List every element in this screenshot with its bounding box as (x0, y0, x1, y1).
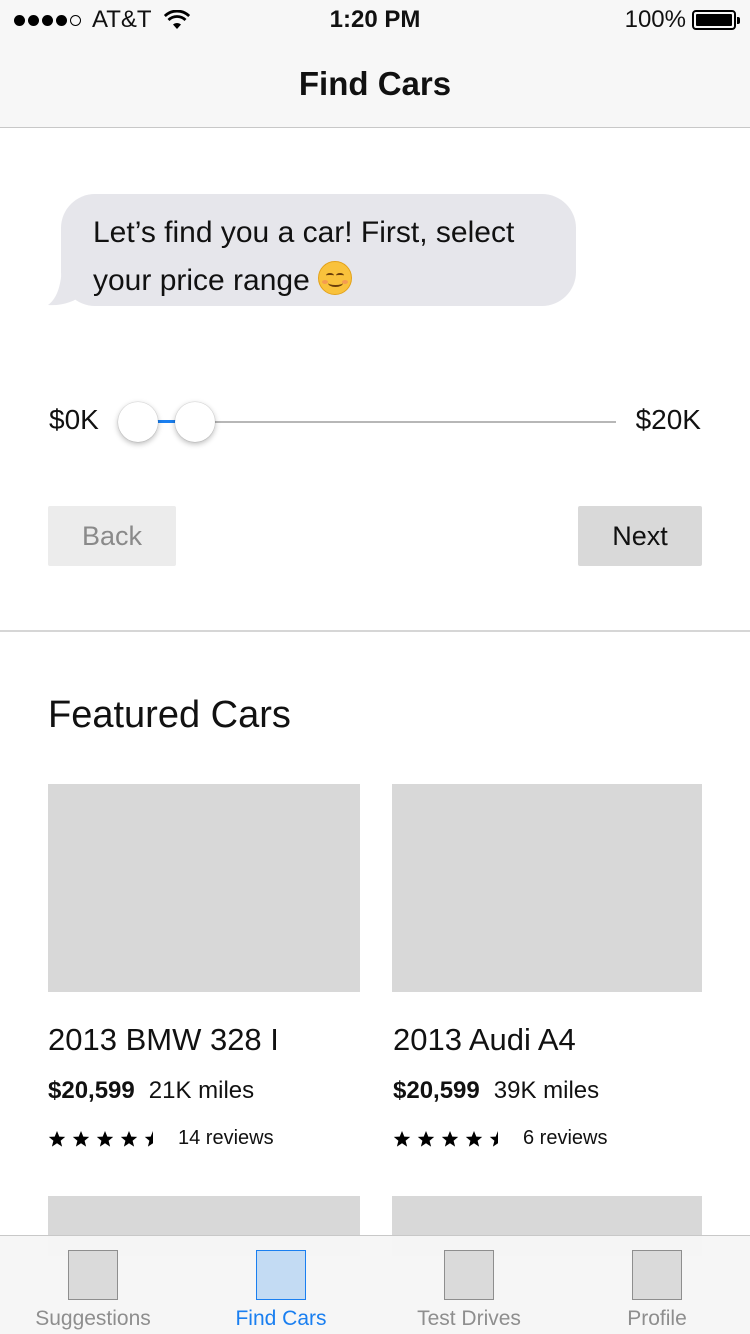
tab-label: Find Cars (235, 1307, 327, 1330)
tab-find-cars[interactable]: Find Cars (187, 1236, 375, 1334)
car-rating: 6 reviews (393, 1127, 607, 1150)
find-cars-tab-icon (256, 1250, 306, 1300)
car-miles: 39K miles (493, 1077, 600, 1104)
next-button[interactable]: Next (578, 506, 702, 566)
status-bar: AT&T 1:20 PM 100% (0, 0, 750, 40)
tab-test-drives[interactable]: Test Drives (375, 1236, 563, 1334)
car-reviews-count: 6 reviews (523, 1127, 608, 1149)
star-full-icon (72, 1130, 90, 1147)
car-rating: 14 reviews (48, 1127, 274, 1150)
star-full-icon (48, 1130, 66, 1147)
profile-tab-icon (632, 1250, 682, 1300)
star-full-icon (465, 1130, 483, 1147)
tab-label: Profile (627, 1307, 687, 1330)
star-rating (48, 1130, 168, 1148)
chat-bubble: Let’s find you a car! First, select your… (61, 194, 576, 306)
chat-message: Let’s find you a car! First, select your… (93, 216, 515, 297)
tab-suggestions[interactable]: Suggestions (0, 1236, 187, 1334)
car-reviews-count: 14 reviews (178, 1127, 274, 1149)
car-price: $20,599 (393, 1077, 480, 1104)
tab-bar: Suggestions Find Cars Test Drives Profil… (0, 1235, 750, 1334)
star-half-icon (489, 1130, 498, 1147)
star-full-icon (96, 1130, 114, 1147)
star-half-icon (144, 1130, 153, 1147)
battery-percentage: 100% (624, 6, 686, 33)
car-price-miles: $20,599 21K miles (48, 1077, 254, 1105)
battery-icon (692, 10, 740, 30)
price-slider-max-handle[interactable] (175, 402, 216, 442)
test-drives-tab-icon (444, 1250, 494, 1300)
smiling-face-emoji-icon (318, 261, 353, 295)
car-image-placeholder[interactable] (48, 784, 360, 992)
price-min-label: $0K (49, 404, 99, 435)
price-max-label: $20K (635, 404, 701, 435)
star-full-icon (120, 1130, 138, 1147)
tab-label: Test Drives (417, 1307, 521, 1330)
star-full-icon (417, 1130, 435, 1147)
car-price-miles: $20,599 39K miles (393, 1077, 599, 1105)
star-rating (393, 1130, 513, 1148)
suggestions-tab-icon (68, 1250, 118, 1300)
car-title[interactable]: 2013 Audi A4 (393, 1022, 576, 1058)
featured-cars-heading: Featured Cars (48, 694, 291, 736)
car-title[interactable]: 2013 BMW 328 I (48, 1022, 279, 1058)
price-slider-min-handle[interactable] (118, 402, 158, 442)
car-image-placeholder[interactable] (392, 784, 702, 992)
star-full-icon (441, 1130, 459, 1147)
car-miles: 21K miles (148, 1077, 255, 1104)
back-button[interactable]: Back (48, 506, 176, 566)
battery-level (696, 14, 732, 26)
tab-profile[interactable]: Profile (563, 1236, 750, 1334)
page-title: Find Cars (298, 65, 452, 102)
section-divider (0, 630, 750, 632)
navigation-bar: Find Cars (0, 40, 750, 128)
car-price: $20,599 (48, 1077, 135, 1104)
star-full-icon (393, 1130, 411, 1147)
tab-label: Suggestions (35, 1307, 151, 1330)
status-right: 100% (624, 6, 740, 34)
